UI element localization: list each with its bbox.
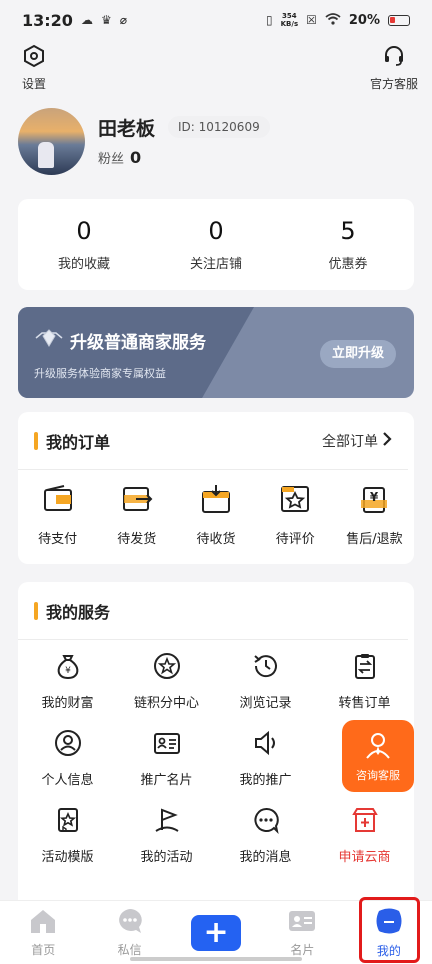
ship-box-icon — [121, 484, 153, 518]
stats-card: 0 我的收藏 0 关注店铺 5 优惠券 — [18, 199, 414, 290]
upgrade-banner[interactable]: 升级普通商家服务 升级服务体验商家专属权益 立即升级 — [18, 307, 414, 398]
service-my-messages[interactable]: 我的消息 — [216, 806, 315, 865]
consult-service-label: 咨询客服 — [356, 768, 400, 782]
home-icon — [29, 908, 57, 937]
service-event-templates[interactable]: 活动模版 — [18, 806, 117, 865]
link-icon: ⌀ — [119, 13, 127, 27]
services-title: 我的服务 — [46, 602, 111, 622]
stat-label: 优惠券 — [328, 257, 368, 272]
user-id: ID: 10120609 — [168, 116, 270, 138]
all-orders-link[interactable]: 全部订单 — [322, 431, 392, 451]
status-time: 13:20 — [22, 10, 73, 30]
consult-service-button[interactable]: 咨询客服 — [342, 720, 414, 792]
service-my-wealth[interactable]: ¥ 我的财富 — [18, 652, 117, 711]
speaker-icon — [252, 729, 280, 761]
upgrade-subtitle: 升级服务体验商家专属权益 — [34, 367, 166, 380]
refund-yen-icon: ¥ — [358, 484, 390, 518]
net-speed: 354 KB/s — [280, 12, 299, 28]
tab-namecard[interactable]: 名片 — [259, 908, 345, 958]
history-icon — [252, 652, 280, 684]
order-after-sales[interactable]: ¥ 售后/退款 — [335, 484, 414, 547]
agent-icon — [363, 730, 393, 763]
top-bar: 设置 官方客服 — [0, 44, 432, 92]
vibrate-icon: ▯ — [266, 13, 273, 27]
stat-value: 5 — [340, 217, 356, 245]
resale-order-icon — [351, 652, 379, 684]
service-browse-history[interactable]: 浏览记录 — [216, 652, 315, 711]
battery-percent: 20% — [348, 12, 380, 28]
highlight-box — [359, 897, 420, 963]
chevron-right-icon — [382, 431, 392, 450]
wallet-icon — [42, 484, 74, 518]
stat-value: 0 — [76, 217, 92, 245]
battery-icon — [388, 14, 410, 26]
avatar[interactable] — [18, 108, 85, 175]
fans-count: 粉丝 0 — [98, 148, 141, 167]
status-bar: 13:20 ☁ ♛ ⌀ ▯ 354 KB/s ☒ 20% — [0, 0, 432, 40]
official-service-button[interactable]: 官方客服 — [370, 44, 418, 92]
official-service-label: 官方客服 — [369, 77, 418, 91]
settings-icon — [22, 44, 46, 71]
settings-label: 设置 — [22, 77, 47, 91]
diamond-badge-icon — [34, 327, 64, 354]
namecard-icon — [288, 908, 316, 937]
store-icon — [351, 806, 379, 838]
money-bag-icon: ¥ — [54, 652, 82, 684]
stat-followed-shops[interactable]: 0 关注店铺 — [150, 199, 282, 290]
upgrade-now-button[interactable]: 立即升级 — [319, 340, 396, 368]
profile-section: 田老板 ID: 10120609 粉丝 0 — [18, 108, 414, 176]
settings-button[interactable]: 设置 — [22, 44, 46, 92]
card-icon — [153, 729, 181, 761]
user-name: 田老板 — [98, 118, 156, 140]
stat-favorites[interactable]: 0 我的收藏 — [18, 199, 150, 290]
star-circle-icon — [153, 652, 181, 684]
svg-text:¥: ¥ — [65, 666, 71, 676]
home-indicator — [130, 957, 302, 961]
chat-icon — [116, 908, 144, 937]
order-status-row: 待支付 待发货 待收货 待评价 ¥ 售后/退款 — [18, 470, 414, 547]
wifi-icon — [325, 12, 341, 28]
svg-text:¥: ¥ — [370, 490, 379, 504]
fans-value: 0 — [130, 148, 142, 167]
order-pending-payment[interactable]: 待支付 — [18, 484, 97, 547]
service-resale-orders[interactable]: 转售订单 — [315, 652, 414, 711]
tab-messages[interactable]: 私信 — [86, 908, 172, 958]
service-apply-cloud-merchant[interactable]: 申请云商 — [315, 806, 414, 865]
fans-label: 粉丝 — [98, 152, 125, 167]
section-bar — [34, 601, 38, 620]
section-bar — [34, 431, 38, 450]
order-to-receive[interactable]: 待收货 — [176, 484, 255, 547]
stat-label: 我的收藏 — [57, 257, 110, 272]
tab-publish[interactable]: + — [173, 914, 259, 951]
review-star-icon — [279, 484, 311, 518]
stat-value: 0 — [208, 217, 224, 245]
flag-icon — [153, 806, 181, 838]
orders-title: 我的订单 — [46, 432, 111, 452]
services-header: 我的服务 — [18, 582, 408, 640]
stat-coupons[interactable]: 5 优惠券 — [282, 199, 414, 290]
service-my-events[interactable]: 我的活动 — [117, 806, 216, 865]
nosim-icon: ☒ — [306, 13, 317, 27]
cloud-icon: ☁ — [80, 13, 93, 27]
tab-home[interactable]: 首页 — [0, 908, 86, 958]
headset-icon — [382, 44, 406, 71]
receive-box-icon — [200, 484, 232, 518]
orders-card: 我的订单 全部订单 待支付 待发货 待收货 待评价 ¥ 售后/退款 — [18, 412, 414, 564]
upgrade-title: 升级普通商家服务 — [34, 327, 206, 354]
service-points-center[interactable]: 链积分中心 — [117, 652, 216, 711]
service-promo-card[interactable]: 推广名片 — [117, 729, 216, 788]
order-to-ship[interactable]: 待发货 — [97, 484, 176, 547]
plus-icon: + — [191, 914, 242, 951]
message-icon — [252, 806, 280, 838]
stat-label: 关注店铺 — [189, 257, 242, 272]
crown-icon: ♛ — [100, 13, 112, 27]
service-personal-info[interactable]: 个人信息 — [18, 729, 117, 788]
order-to-review[interactable]: 待评价 — [256, 484, 335, 547]
orders-header: 我的订单 全部订单 — [18, 412, 408, 470]
person-icon — [54, 729, 82, 761]
service-my-promotion[interactable]: 我的推广 — [216, 729, 315, 788]
template-icon — [54, 806, 82, 838]
